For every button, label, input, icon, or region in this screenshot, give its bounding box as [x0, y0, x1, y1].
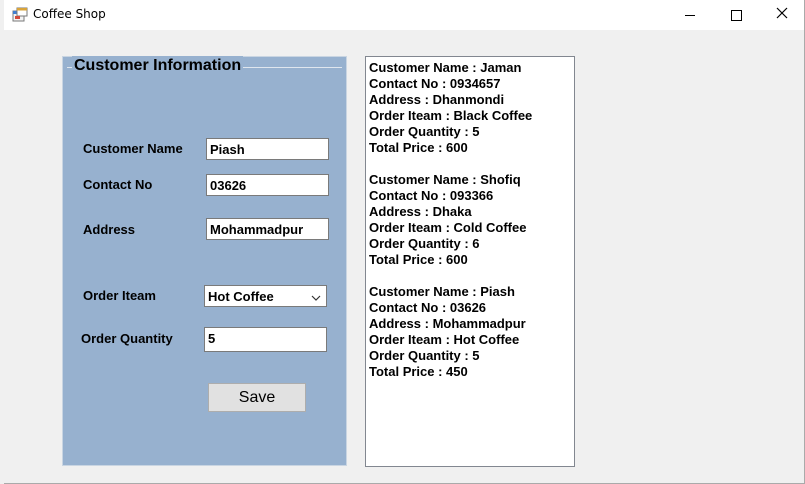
maximize-icon: [730, 9, 742, 21]
title-bar[interactable]: Coffee Shop: [4, 0, 804, 30]
record-total-price: Total Price : 600: [369, 140, 468, 155]
address-input[interactable]: Mohammadpur: [206, 218, 329, 240]
save-button[interactable]: Save: [208, 383, 306, 412]
record-customer-name: Customer Name : Piash: [369, 284, 515, 299]
group-title: Customer Information: [72, 56, 244, 76]
contact-no-input[interactable]: 03626: [206, 174, 329, 196]
record-customer-name: Customer Name : Jaman: [369, 60, 522, 75]
record-order-item: Order Iteam : Hot Coffee: [369, 332, 520, 347]
address-label: Address: [83, 222, 136, 237]
minimize-icon: [685, 14, 695, 16]
order-item-selected: Hot Coffee: [208, 289, 274, 304]
record-address: Address : Dhaka: [369, 204, 472, 219]
contact-no-label: Contact No: [83, 177, 153, 192]
window-title: Coffee Shop: [33, 7, 106, 21]
record-order-item: Order Iteam : Black Coffee: [369, 108, 533, 123]
coffee-shop-window: Coffee Shop Customer Information Custome…: [4, 0, 805, 484]
order-quantity-label: Order Quantity: [81, 331, 173, 346]
customer-name-input[interactable]: Piash: [206, 138, 329, 160]
minimize-button[interactable]: [667, 0, 713, 30]
record-contact-no: Contact No : 03626: [369, 300, 487, 315]
chevron-down-icon[interactable]: [311, 291, 321, 301]
order-item-select[interactable]: Hot Coffee: [204, 285, 327, 307]
customer-name-label: Customer Name: [83, 141, 183, 156]
app-icon: [12, 7, 28, 23]
close-button[interactable]: [759, 0, 805, 30]
record-total-price: Total Price : 450: [369, 364, 468, 379]
order-record: Customer Name : Piash Contact No : 03626…: [369, 284, 574, 380]
record-address: Address : Dhanmondi: [369, 92, 505, 107]
record-address: Address : Mohammadpur: [369, 316, 526, 331]
customer-information-group: Customer Information Customer Name Piash…: [62, 56, 347, 466]
record-order-quantity: Order Quantity : 5: [369, 348, 480, 363]
record-order-item: Order Iteam : Cold Coffee: [369, 220, 527, 235]
record-order-quantity: Order Quantity : 5: [369, 124, 480, 139]
record-order-quantity: Order Quantity : 6: [369, 236, 480, 251]
record-contact-no: Contact No : 0934657: [369, 76, 501, 91]
order-record: Customer Name : Shofiq Contact No : 0933…: [369, 172, 574, 268]
order-record: Customer Name : Jaman Contact No : 09346…: [369, 60, 574, 156]
record-contact-no: Contact No : 093366: [369, 188, 494, 203]
maximize-button[interactable]: [713, 0, 759, 30]
orders-listbox[interactable]: Customer Name : Jaman Contact No : 09346…: [365, 56, 575, 467]
order-item-label: Order Iteam: [83, 288, 156, 303]
record-total-price: Total Price : 600: [369, 252, 468, 267]
record-customer-name: Customer Name : Shofiq: [369, 172, 521, 187]
close-icon: [776, 6, 788, 24]
order-quantity-input[interactable]: 5: [204, 327, 327, 352]
